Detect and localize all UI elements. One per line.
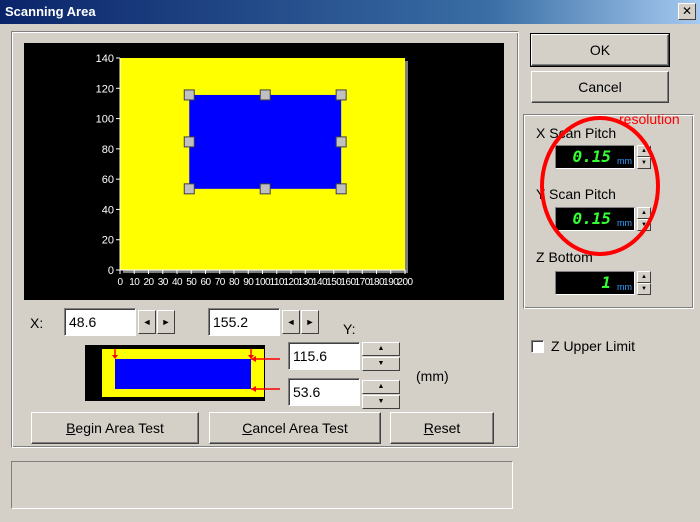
z-bottom-down-button[interactable]: ▼ <box>637 283 651 295</box>
resize-handle[interactable] <box>259 89 271 101</box>
x-min-right-button[interactable]: ► <box>157 310 175 334</box>
x-tick-label: 20 <box>143 277 154 288</box>
x-tick-label: 40 <box>172 277 183 288</box>
status-bar <box>11 461 513 509</box>
y-tick-label: 60 <box>102 174 114 186</box>
x-tick-label: 60 <box>200 277 211 288</box>
x-tick-label: 200 <box>397 277 413 288</box>
ok-button[interactable]: OK <box>530 33 670 67</box>
resize-handle[interactable] <box>183 183 195 195</box>
z-bottom-value: 1 <box>601 273 611 292</box>
z-bottom-up-button[interactable]: ▲ <box>637 271 651 283</box>
scan-area-rect <box>189 94 342 189</box>
begin-area-test-accel: B <box>66 420 76 436</box>
y-tick-label: 140 <box>96 53 114 65</box>
cancel-area-test-button[interactable]: Cancel Area Test <box>209 412 381 444</box>
y-tick-label: 20 <box>102 235 114 247</box>
annotation-circle <box>540 116 660 256</box>
title-bar: Scanning Area ✕ <box>0 0 700 24</box>
x-tick-label: 50 <box>186 277 197 288</box>
y-tick-label: 80 <box>102 144 114 156</box>
x-max-field[interactable] <box>208 308 280 336</box>
z-bottom-unit: mm <box>617 282 632 292</box>
y-min-field[interactable] <box>288 378 360 406</box>
mini-preview <box>85 345 280 401</box>
close-button[interactable]: ✕ <box>678 3 696 20</box>
x-tick-label: 80 <box>229 277 240 288</box>
z-upper-limit-label: Z Upper Limit <box>551 338 636 354</box>
scan-area-chart[interactable]: 0204060801001201400 10 20 30 40 50 60 70 80 90 100… <box>24 43 504 300</box>
x-tick-label: 10 <box>129 277 140 288</box>
z-upper-limit-checkbox[interactable] <box>531 340 544 353</box>
x-max-left-button[interactable]: ◄ <box>282 310 300 334</box>
resize-handle[interactable] <box>335 89 347 101</box>
x-tick-label: 90 <box>243 277 254 288</box>
begin-area-test-label: egin Area Test <box>75 420 164 436</box>
reset-button[interactable]: Reset <box>390 412 494 444</box>
resize-handle[interactable] <box>259 183 271 195</box>
y-max-down-button[interactable]: ▼ <box>362 357 400 371</box>
x-min-left-button[interactable]: ◄ <box>138 310 156 334</box>
y-min-up-button[interactable]: ▲ <box>362 380 400 394</box>
resize-handle[interactable] <box>183 136 195 148</box>
reset-label: eset <box>433 420 461 436</box>
mm-unit-label: (mm) <box>416 368 449 384</box>
y-tick-label: 100 <box>96 114 114 126</box>
resize-handle[interactable] <box>183 89 195 101</box>
begin-area-test-button[interactable]: Begin Area Test <box>31 412 199 444</box>
x-tick-label: 70 <box>215 277 226 288</box>
z-bottom-display[interactable]: 1 mm <box>555 271 635 295</box>
mini-scan-area <box>115 359 251 389</box>
y-min-down-button[interactable]: ▼ <box>362 395 400 409</box>
window-title: Scanning Area <box>5 4 96 19</box>
y-label: Y: <box>343 321 356 337</box>
x-label: X: <box>30 315 44 331</box>
y-tick-label: 0 <box>108 265 114 277</box>
y-max-up-button[interactable]: ▲ <box>362 342 400 356</box>
reset-accel: R <box>423 420 434 436</box>
x-min-field[interactable] <box>64 308 136 336</box>
x-tick-label: 30 <box>158 277 169 288</box>
resize-handle[interactable] <box>335 183 347 195</box>
resize-handle[interactable] <box>335 136 347 148</box>
y-max-field[interactable] <box>288 342 360 370</box>
y-tick-label: 120 <box>96 83 114 95</box>
cancel-area-test-accel: C <box>242 420 253 436</box>
cancel-button[interactable]: Cancel <box>531 71 669 103</box>
cancel-area-test-label: ancel Area Test <box>252 420 348 436</box>
x-max-right-button[interactable]: ► <box>301 310 319 334</box>
y-tick-label: 40 <box>102 204 114 216</box>
